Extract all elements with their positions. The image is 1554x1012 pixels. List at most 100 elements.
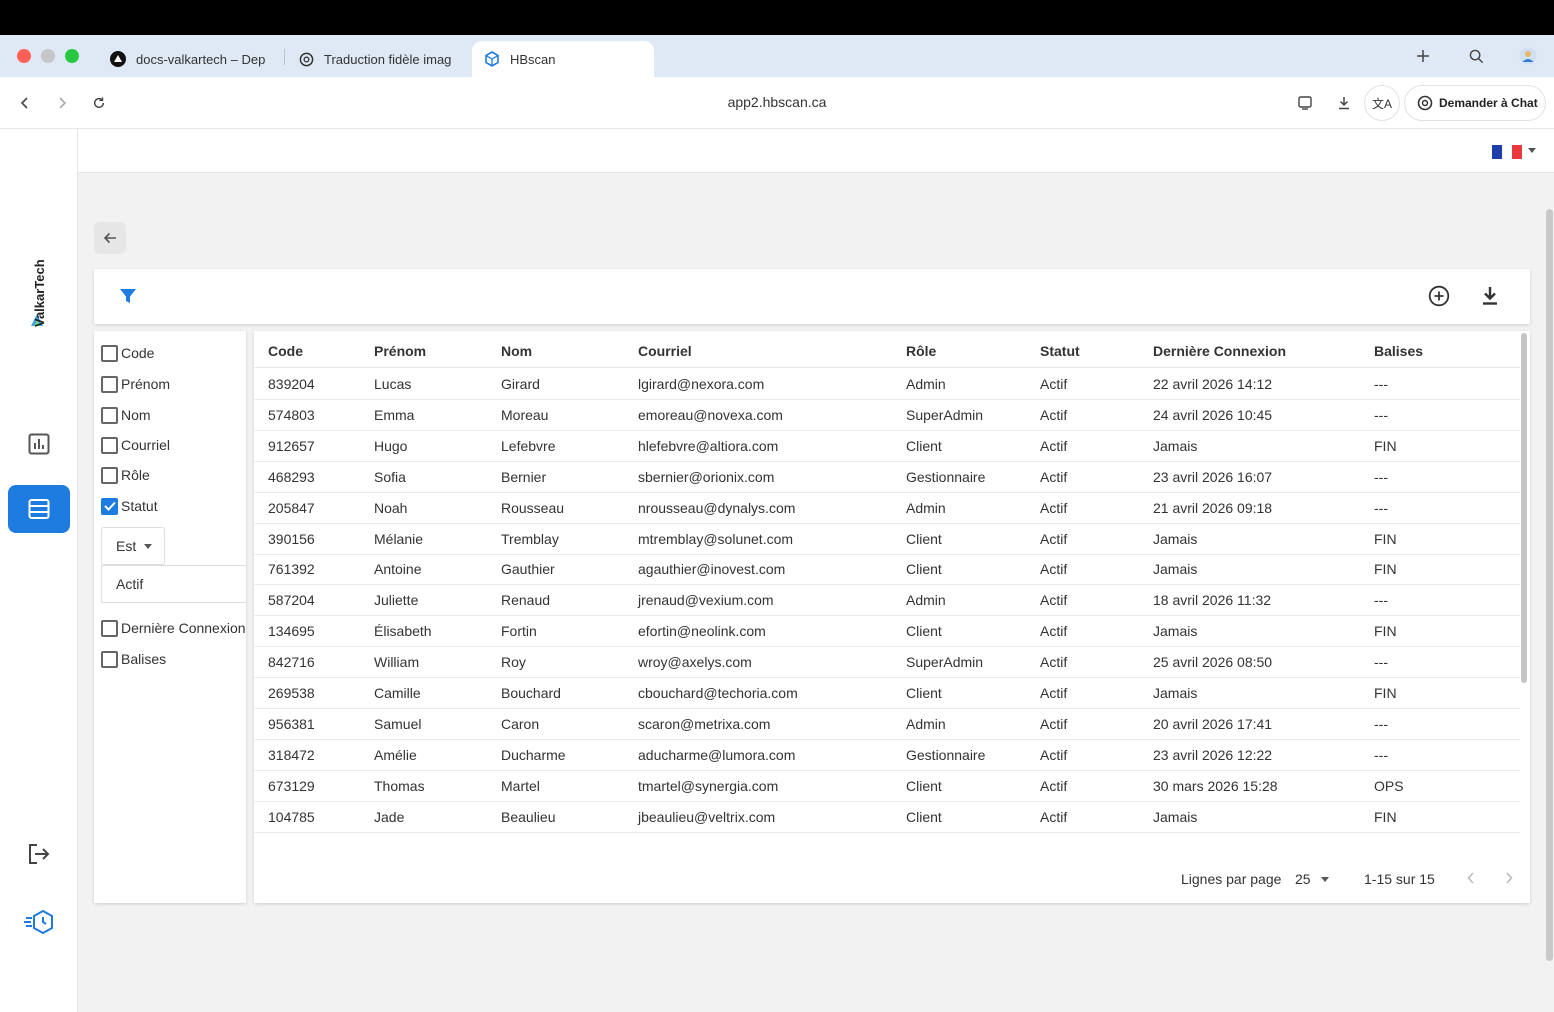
cell-courriel: mtremblay@solunet.com [638,530,794,547]
header-col-derniere-connexion[interactable]: Dernière Connexion [1153,343,1286,359]
tab-hbscan[interactable]: HBscan [472,41,654,77]
french-flag-icon[interactable] [1492,145,1522,159]
downloads-icon[interactable] [1333,92,1355,114]
prev-page-button[interactable] [1466,871,1476,885]
table-row[interactable]: 673129 Thomas Martel tmartel@synergia.com Cl… [254,771,1520,802]
url-field[interactable]: app2.hbscan.ca [728,94,827,110]
next-page-button[interactable] [1504,871,1514,885]
table-row[interactable]: 842716 William Roy wroy@axelys.com SuperAdmi… [254,647,1520,679]
cell-derniere-connexion: Jamais [1153,530,1198,547]
scrollbar-thumb[interactable] [1521,333,1527,683]
checkbox[interactable] [101,406,118,424]
tab-traduction[interactable]: Traduction fidèle imag [286,41,466,77]
sidebar-item-history[interactable] [8,898,70,946]
cell-nom: Rousseau [501,499,565,516]
checkbox[interactable] [101,650,118,668]
download-icon[interactable] [1478,284,1502,308]
table-row[interactable]: 205847 Noah Rousseau nrousseau@dynalys.com A… [254,493,1520,524]
header-col-code[interactable]: Code [268,343,303,359]
filter-statut[interactable]: Statut [101,496,158,516]
filter-label: Code [121,345,155,361]
language-chevron-down-icon[interactable] [1528,148,1536,153]
checkbox[interactable] [101,344,118,362]
checkbox[interactable] [101,619,118,637]
checkbox[interactable] [101,466,118,484]
brand-name: ValkarTech [32,259,47,327]
table-row[interactable]: 318472 Amélie Ducharme aducharme@lumora.com… [254,740,1520,771]
table-row[interactable]: 390156 Mélanie Tremblay mtremblay@solunet.c… [254,524,1520,555]
table-row[interactable]: 912657 Hugo Lefebvre hlefebvre@altiora.com C… [254,431,1520,462]
close-window-button[interactable] [17,49,31,63]
operator-value: Est [116,538,137,554]
filter-derniere-connexion[interactable]: Dernière Connexion [101,618,246,638]
search-tabs-icon[interactable] [1465,45,1487,67]
filter-operator-select[interactable]: Est [101,527,165,565]
page-scrollbar-thumb[interactable] [1546,209,1553,961]
checkbox[interactable] [101,436,118,454]
page-scrollbar[interactable] [1546,209,1554,961]
table-row[interactable]: 468293 Sofia Bernier sbernier@orionix.com Ge… [254,462,1520,493]
profile-avatar-icon[interactable] [1517,45,1539,67]
add-circle-icon[interactable] [1427,284,1451,308]
rows-per-page-select[interactable]: 25 [1295,871,1329,887]
table-row[interactable]: 587204 Juliette Renaud jrenaud@vexium.com Ad… [254,585,1520,617]
cell-derniere-connexion: 23 avril 2026 12:22 [1153,746,1273,763]
filter-nom[interactable]: Nom [101,405,151,425]
table-row[interactable]: 956381 Samuel Caron scaron@metrixa.com Admin… [254,709,1520,740]
header-col-role[interactable]: Rôle [906,343,936,359]
table-row[interactable]: 134695 Élisabeth Fortin efortin@neolink.com… [254,616,1520,648]
checkbox-checked[interactable] [101,497,118,515]
cell-balises: FIN [1374,623,1397,640]
filter-icon[interactable] [116,284,140,308]
checkbox[interactable] [101,375,118,393]
tab-docs-valkartech[interactable]: docs-valkartech – Dep [98,41,278,77]
cell-statut: Actif [1040,376,1068,392]
filter-value-input[interactable]: Actif [101,565,246,603]
back-button[interactable] [94,222,126,254]
filter-role[interactable]: Rôle [101,465,150,485]
filter-balises[interactable]: Balises [101,649,166,669]
cell-prenom: Amélie [374,746,417,763]
cell-courriel: hlefebvre@altiora.com [638,437,779,454]
cell-derniere-connexion: 22 avril 2026 14:12 [1153,376,1273,392]
cell-courriel: aducharme@lumora.com [638,746,796,763]
reload-icon[interactable] [89,93,109,113]
cell-courriel: jbeaulieu@veltrix.com [638,808,776,825]
sidebar-item-logout[interactable] [8,830,70,878]
header-col-nom[interactable]: Nom [501,343,532,359]
cell-derniere-connexion: 30 mars 2026 15:28 [1153,777,1278,794]
cell-derniere-connexion: Jamais [1153,685,1198,701]
new-tab-icon[interactable] [1412,45,1434,67]
filter-code[interactable]: Code [101,343,154,363]
cell-role: Gestionnaire [906,746,986,763]
sidebar-item-list[interactable] [8,485,70,533]
filter-courriel[interactable]: Courriel [101,435,170,455]
minimize-window-button[interactable] [41,49,55,63]
table-row[interactable]: 839204 Lucas Girard lgirard@nexora.com Admin… [254,369,1520,400]
table-scrollbar[interactable] [1519,331,1529,683]
cell-code: 269538 [268,685,315,701]
header-col-statut[interactable]: Statut [1040,343,1080,359]
header-col-prenom[interactable]: Prénom [374,343,426,359]
cell-prenom: William [374,654,420,671]
translate-button[interactable]: 文A [1364,85,1400,121]
filter-prenom[interactable]: Prénom [101,374,170,394]
users-table: Code Prénom Nom Courriel Rôle Statut Dernière … [254,331,1530,903]
forward-nav-icon[interactable] [52,93,72,113]
table-row[interactable]: 574803 Emma Moreau emoreau@novexa.com SuperA… [254,400,1520,431]
table-row[interactable]: 269538 Camille Bouchard cbouchard@techoria.… [254,678,1520,709]
ask-chat-button[interactable]: Demander à Chat [1404,85,1546,121]
table-row[interactable]: 104785 Jade Beaulieu jbeaulieu@veltrix.com C… [254,802,1520,833]
cell-courriel: scaron@metrixa.com [638,715,771,732]
cast-icon[interactable] [1294,92,1316,114]
cell-code: 839204 [268,376,315,392]
maximize-window-button[interactable] [65,49,79,63]
header-col-balises[interactable]: Balises [1374,343,1423,359]
sidebar-item-dashboard[interactable] [8,420,70,468]
rows-per-page-label: Lignes par page [1181,871,1282,887]
cell-prenom: Mélanie [374,530,424,547]
header-col-courriel[interactable]: Courriel [638,343,692,359]
cell-prenom: Juliette [374,592,419,609]
back-nav-icon[interactable] [15,93,35,113]
table-row[interactable]: 761392 Antoine Gauthier agauthier@inovest.c… [254,554,1520,586]
